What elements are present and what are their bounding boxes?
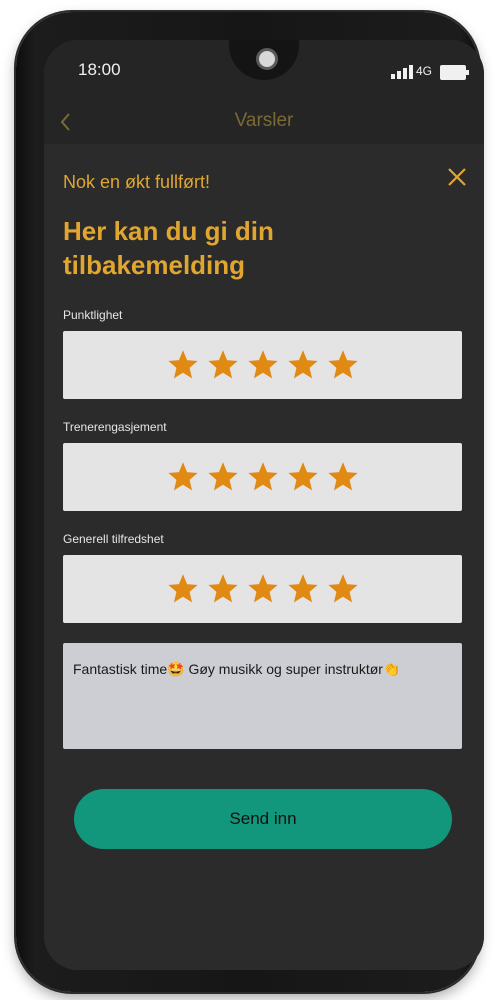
star-icon[interactable] [207,350,238,380]
rating-label-overall-satisfaction: Generell tilfredshet [63,532,164,546]
comment-field[interactable]: Fantastisk time🤩 Gøy musikk og super ins… [63,643,462,749]
top-nav-bar: Varsler [44,100,484,144]
star-icon[interactable] [167,462,198,492]
rating-label-trainer-engagement: Trenerengasjement [63,420,167,434]
star-icon[interactable] [207,462,238,492]
star-icon[interactable] [287,462,318,492]
status-bar: 18:00 4G [44,40,484,100]
star-icon[interactable] [247,574,278,604]
phone-frame: 18:00 4G Varsler Nok en økt fullført! He… [16,12,484,992]
screen: 18:00 4G Varsler Nok en økt fullført! He… [44,40,484,970]
star-icon[interactable] [287,350,318,380]
session-completed-text: Nok en økt fullført! [63,172,211,192]
rating-label-punctuality: Punktlighet [63,308,123,322]
star-icon[interactable] [327,574,358,604]
nav-title: Varsler [234,110,294,131]
star-icon[interactable] [207,574,238,604]
rating-overall-satisfaction[interactable] [63,555,462,623]
star-icon[interactable] [247,350,278,380]
signal-icon [391,65,413,79]
submit-button[interactable]: Send inn [74,789,452,849]
camera-icon [256,48,278,70]
star-icon[interactable] [327,350,358,380]
close-icon[interactable] [446,166,468,188]
star-icon[interactable] [167,350,198,380]
star-icon[interactable] [167,574,198,604]
page-title: Her kan du gi din tilbakemelding [63,216,274,280]
star-rating[interactable] [63,331,462,399]
feedback-panel: Nok en økt fullført! Her kan du gi din t… [44,144,484,970]
battery-icon [440,65,469,80]
star-icon[interactable] [327,462,358,492]
star-icon[interactable] [287,574,318,604]
star-rating[interactable] [63,555,462,623]
network-type: 4G [416,64,433,78]
rating-punctuality[interactable] [63,331,462,399]
star-icon[interactable] [247,462,278,492]
rating-trainer-engagement[interactable] [63,443,462,511]
status-time: 18:00 [78,60,121,79]
star-rating[interactable] [63,443,462,511]
